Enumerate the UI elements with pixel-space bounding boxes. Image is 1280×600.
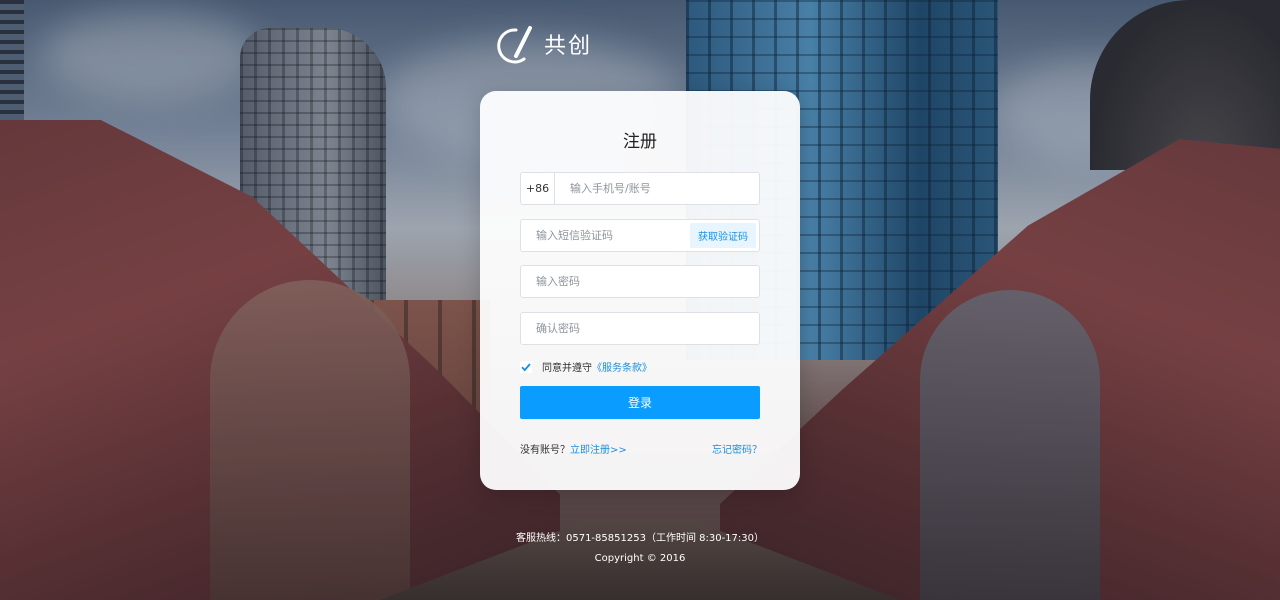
brand-name: 共创 bbox=[544, 34, 593, 59]
get-code-button[interactable]: 获取验证码 bbox=[690, 223, 756, 248]
logo-icon bbox=[497, 26, 532, 64]
hotline-text: 客服热线：0571-85851253（工作时间 8:30-17:30） bbox=[515, 533, 765, 544]
copyright-text: Copyright © 2016 bbox=[594, 553, 686, 564]
password-input[interactable] bbox=[521, 266, 759, 297]
confirm-password-field bbox=[520, 312, 760, 345]
bottom-links: 没有账号？立即注册>> 忘记密码？ bbox=[520, 441, 762, 456]
country-code[interactable]: +86 bbox=[521, 173, 555, 204]
terms-link[interactable]: 《服务条款》 bbox=[592, 363, 652, 374]
footer: 客服热线：0571-85851253（工作时间 8:30-17:30） Copy… bbox=[0, 529, 1280, 569]
no-account-text: 没有账号？ bbox=[520, 445, 570, 456]
check-icon bbox=[521, 362, 531, 371]
submit-button[interactable]: 登录 bbox=[520, 386, 760, 419]
phone-field: +86 bbox=[520, 172, 760, 205]
password-field bbox=[520, 265, 760, 298]
agree-checkbox[interactable] bbox=[520, 360, 532, 373]
brand-logo: 共创 bbox=[494, 24, 592, 64]
form-title: 注册 bbox=[623, 132, 657, 152]
phone-input[interactable] bbox=[555, 173, 759, 204]
confirm-password-input[interactable] bbox=[521, 313, 759, 344]
register-card: 注册 +86 获取验证码 同意并遵守《服务条款》 登录 没有账号？立即注册>> … bbox=[480, 91, 800, 490]
agree-text: 同意并遵守 bbox=[542, 363, 592, 374]
sms-code-field: 获取验证码 bbox=[520, 219, 760, 252]
register-link[interactable]: 立即注册>> bbox=[570, 445, 627, 456]
sms-code-input[interactable] bbox=[521, 220, 690, 251]
forgot-password-link[interactable]: 忘记密码？ bbox=[712, 441, 762, 456]
agree-row: 同意并遵守《服务条款》 bbox=[520, 359, 652, 374]
